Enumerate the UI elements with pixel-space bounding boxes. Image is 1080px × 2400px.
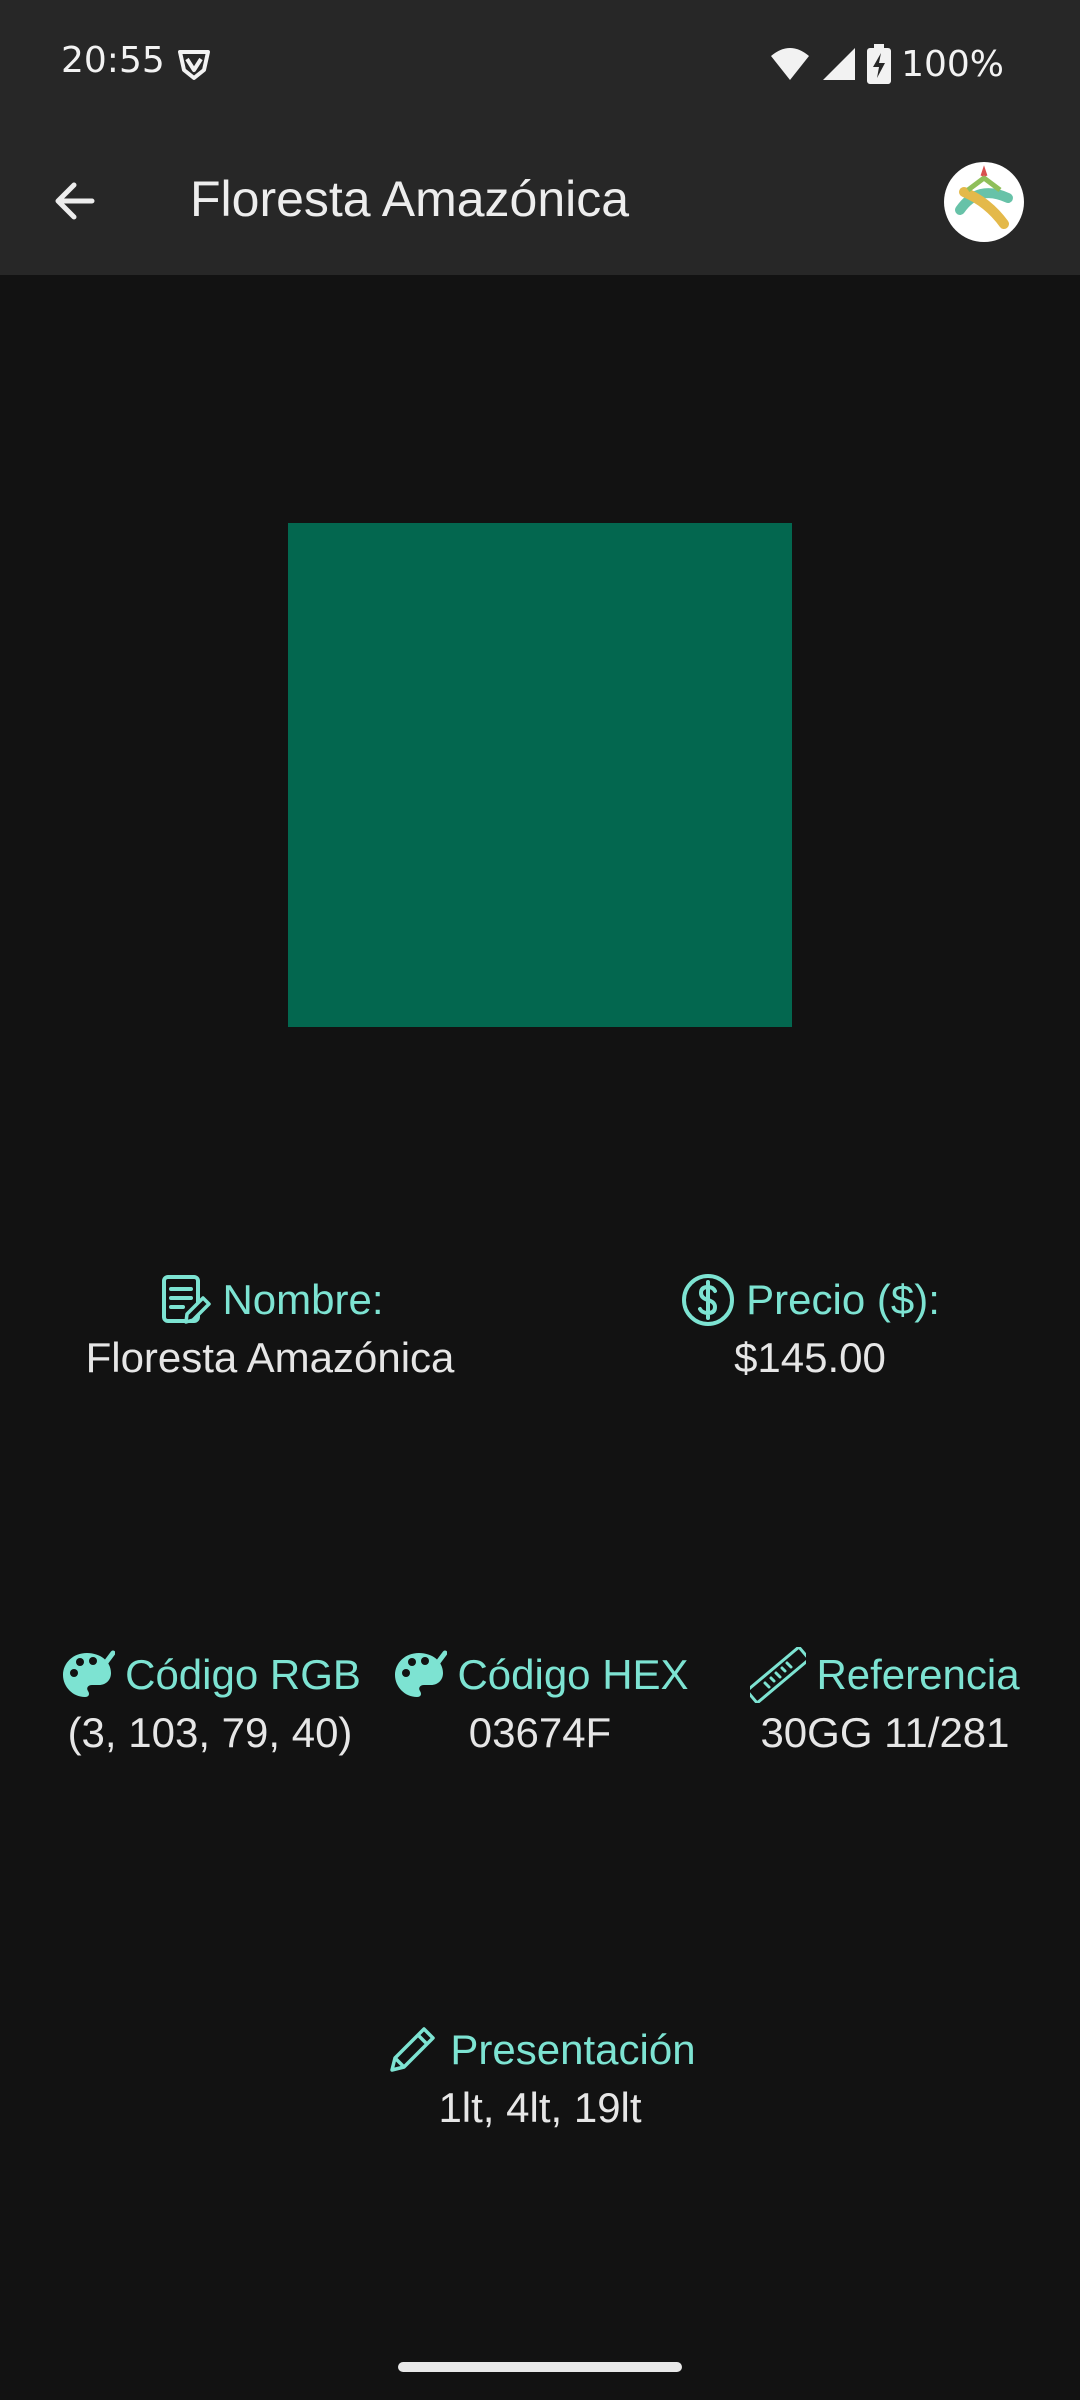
- field-presentacion: Presentación 1lt, 4lt, 19lt: [300, 2022, 780, 2132]
- field-referencia: Referencia 30GG 11/281: [720, 1647, 1050, 1757]
- palette-icon: [63, 1650, 116, 1697]
- field-nombre: Nombre: Floresta Amazónica: [40, 1272, 500, 1382]
- field-precio: Precio ($): $145.00: [620, 1272, 1000, 1382]
- app-bar: Floresta Amazónica: [0, 128, 1080, 275]
- arrow-back-icon[interactable]: [42, 168, 108, 234]
- status-icons: 100%: [769, 40, 1004, 88]
- color-swatch: [288, 523, 792, 1027]
- cell-signal-icon: [823, 48, 856, 80]
- referencia-value: 30GG 11/281: [760, 1709, 1010, 1756]
- vpn-shield-icon: [178, 50, 210, 80]
- ruler-icon: [750, 1647, 807, 1703]
- precio-value: $145.00: [734, 1334, 886, 1381]
- status-time: 20:55: [61, 40, 165, 81]
- page-title: Floresta Amazónica: [190, 171, 630, 227]
- hex-label: Código HEX: [457, 1651, 689, 1698]
- field-hex: Código HEX 03674F: [375, 1647, 705, 1757]
- nombre-label: Nombre:: [222, 1276, 384, 1323]
- wifi-icon: [771, 48, 810, 80]
- nombre-value: Floresta Amazónica: [85, 1334, 455, 1381]
- battery-charging-icon: [867, 44, 892, 84]
- app-logo-icon[interactable]: [944, 162, 1024, 242]
- precio-label: Precio ($):: [746, 1276, 940, 1323]
- referencia-label: Referencia: [816, 1651, 1020, 1698]
- pencil-icon: [390, 2027, 436, 2072]
- rgb-label: Código RGB: [125, 1651, 361, 1698]
- presentacion-value: 1lt, 4lt, 19lt: [438, 2084, 642, 2131]
- field-rgb: Código RGB (3, 103, 79, 40): [40, 1647, 380, 1757]
- home-indicator[interactable]: [398, 2362, 682, 2372]
- hex-value: 03674F: [468, 1709, 612, 1756]
- notes-edit-icon: [162, 1275, 212, 1324]
- palette-icon: [395, 1650, 448, 1697]
- rgb-value: (3, 103, 79, 40): [67, 1709, 353, 1756]
- battery-percent: 100%: [901, 43, 1004, 85]
- status-bar: 20:55 100%: [0, 0, 1080, 128]
- dollar-circle-icon: [682, 1274, 735, 1326]
- presentacion-label: Presentación: [450, 2026, 696, 2073]
